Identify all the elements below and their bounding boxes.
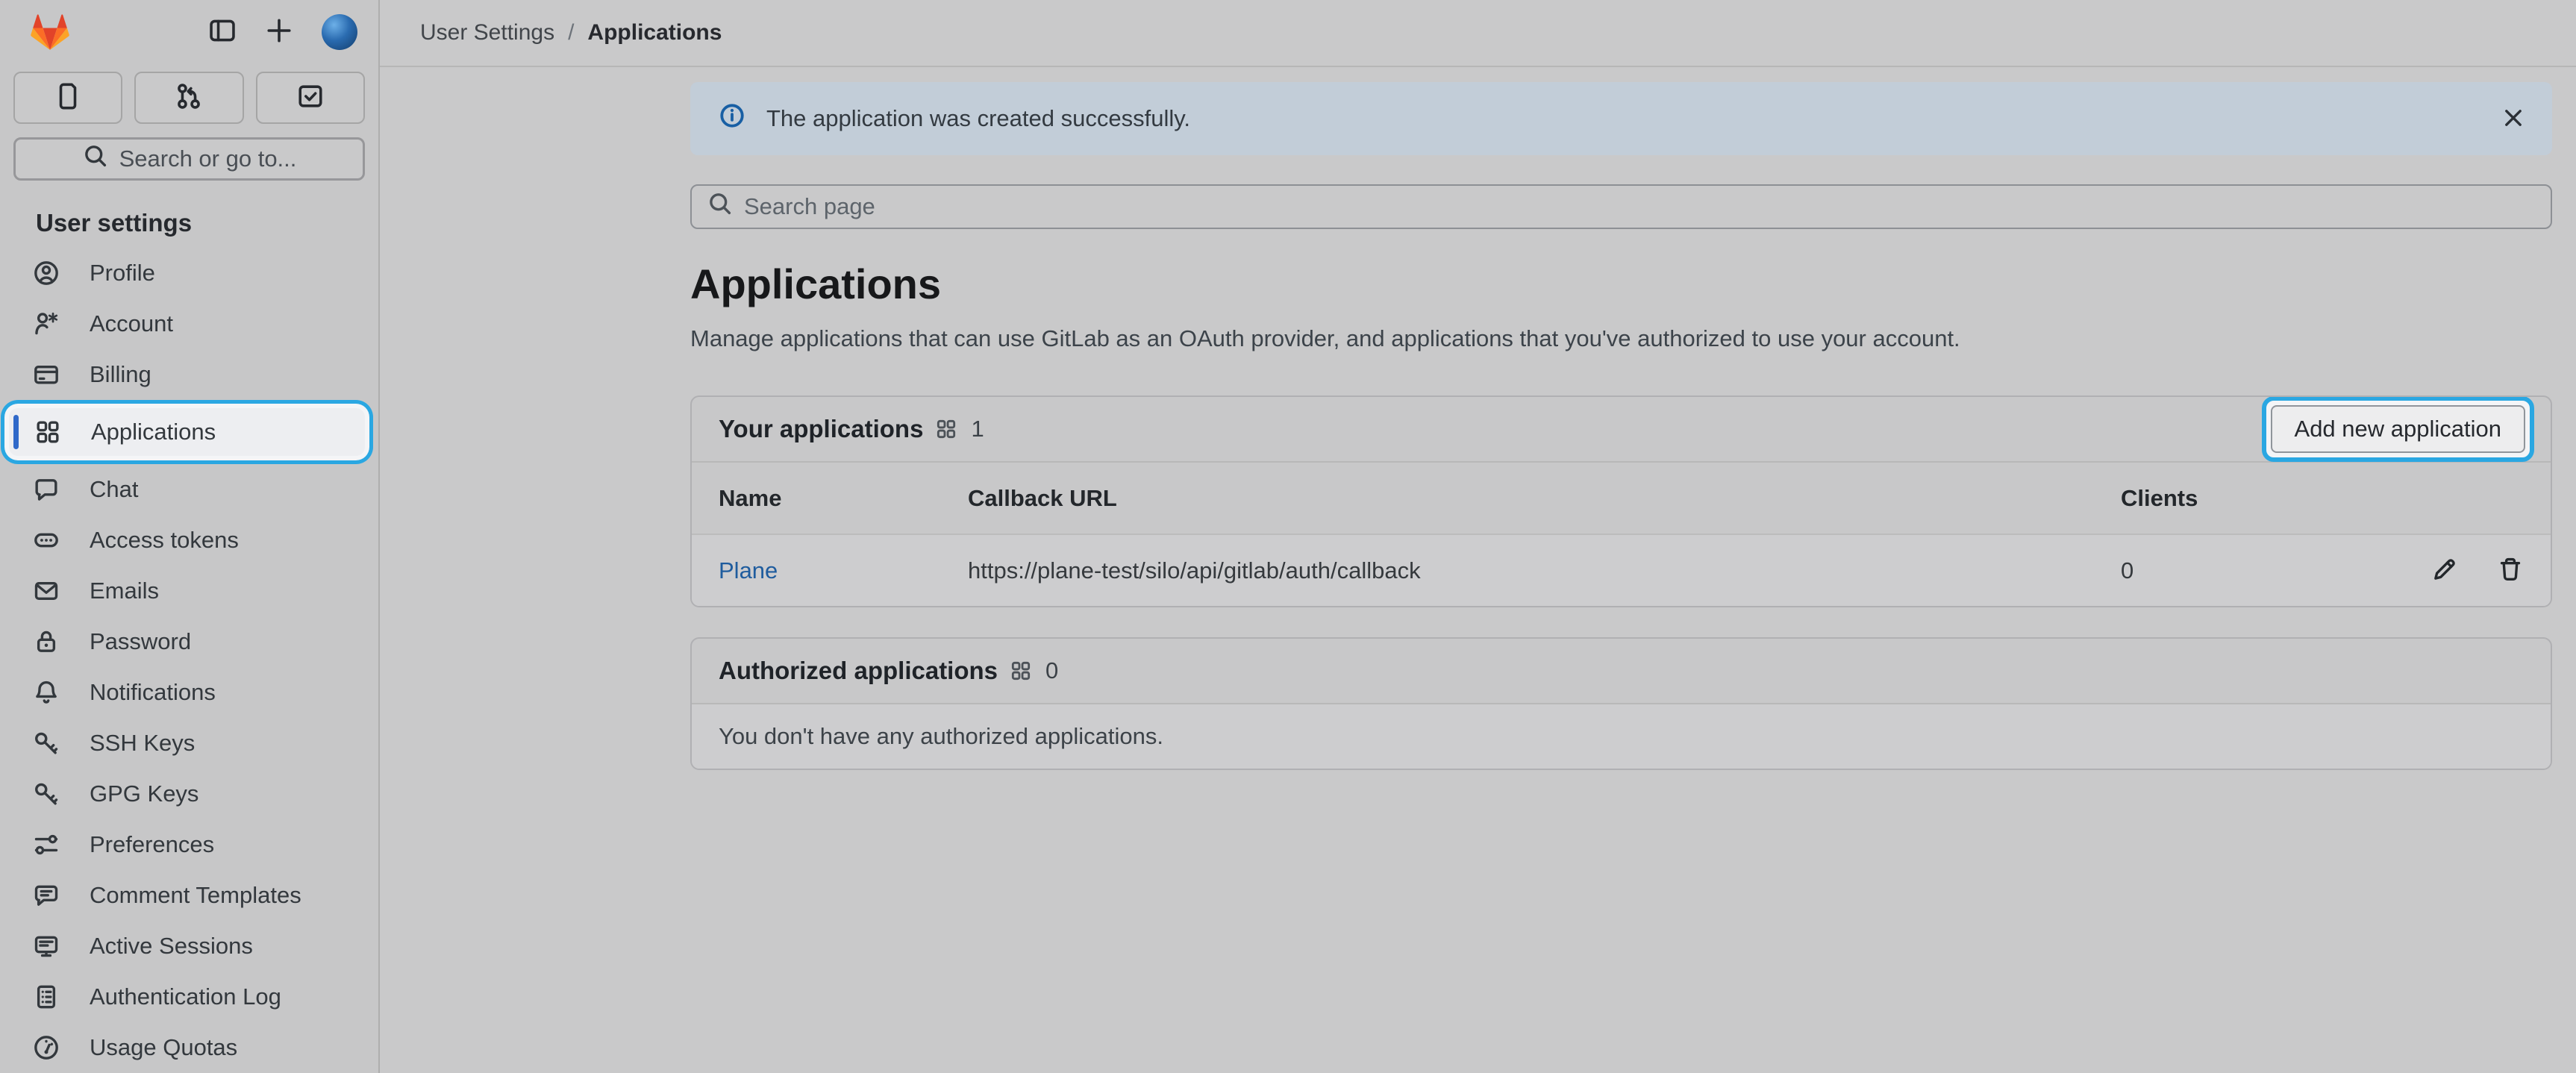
alert-message: The application was created successfully… (766, 105, 1190, 132)
chat-icon (33, 476, 60, 503)
global-search-label: Search or go to... (119, 146, 297, 172)
info-icon (719, 102, 745, 135)
sidebar-section-label: User settings (36, 209, 378, 237)
application-name-link[interactable]: Plane (719, 557, 968, 584)
alert-banner: The application was created successfully… (690, 82, 2552, 155)
search-icon (707, 190, 734, 223)
merge-requests-shortcut-button[interactable] (134, 72, 243, 124)
merge-requests-icon (175, 82, 203, 113)
applications-table-header: Name Callback URL Clients (692, 461, 2551, 534)
sidebar-item-comment-templates[interactable]: Comment Templates (0, 870, 378, 921)
application-row: Plane https://plane-test/silo/api/gitlab… (692, 534, 2551, 606)
gitlab-app: Search or go to... User settings Profile… (0, 0, 2576, 1073)
sidebar-item-access-tokens[interactable]: Access tokens (0, 515, 378, 566)
password-icon (33, 628, 60, 655)
sidebar-item-preferences[interactable]: Preferences (0, 819, 378, 870)
authentication-log-icon (33, 983, 60, 1010)
breadcrumb-current: Applications (587, 20, 722, 46)
page-search (690, 184, 2552, 229)
profile-icon (33, 260, 60, 287)
preferences-icon (33, 831, 60, 858)
search-icon (82, 143, 109, 175)
edit-application-button[interactable] (2431, 556, 2458, 585)
alert-close-button[interactable] (2501, 106, 2525, 132)
sidebar-item-applications[interactable]: Applications (9, 408, 365, 456)
active-sessions-icon (33, 933, 60, 960)
application-clients-count: 0 (2121, 557, 2412, 584)
authorized-count-icon (1010, 660, 1032, 682)
sidebar-item-gpg-keys[interactable]: GPG Keys (0, 769, 378, 819)
sidebar-item-notifications[interactable]: Notifications (0, 667, 378, 718)
todos-icon (296, 82, 325, 113)
add-new-application-button[interactable]: Add new application (2271, 405, 2525, 453)
application-callback-url: https://plane-test/silo/api/gitlab/auth/… (968, 557, 2121, 584)
gpg-keys-icon (33, 780, 60, 807)
your-applications-header: Your applications 1 Add new application (692, 397, 2551, 461)
main-content: User Settings / Applications The applica… (380, 0, 2576, 1073)
issues-icon (54, 82, 82, 113)
create-new-button[interactable] (265, 16, 293, 47)
column-name: Name (719, 485, 968, 512)
column-callback-url: Callback URL (968, 485, 2121, 512)
account-icon (33, 310, 60, 337)
authorized-applications-panel: Authorized applications 0 You don't have… (690, 637, 2552, 770)
applications-count-icon (935, 418, 957, 440)
sidebar-item-account[interactable]: Account (0, 298, 378, 349)
sidebar-item-billing[interactable]: Billing (0, 349, 378, 400)
sidebar-toggle-button[interactable] (208, 16, 237, 47)
sidebar-item-profile[interactable]: Profile (0, 248, 378, 298)
add-application-focus-ring: Add new application (2262, 396, 2534, 462)
plus-icon (265, 16, 293, 47)
ssh-keys-icon (33, 730, 60, 757)
sidebar-shortcuts (0, 64, 378, 124)
page-search-input[interactable] (743, 193, 2536, 221)
your-applications-panel: Your applications 1 Add new application … (690, 395, 2552, 607)
authorized-applications-empty-state: You don't have any authorized applicatio… (692, 703, 2551, 769)
pencil-icon (2431, 556, 2458, 585)
breadcrumb: User Settings / Applications (420, 20, 722, 46)
sidebar-item-password[interactable]: Password (0, 616, 378, 667)
authorized-applications-header: Authorized applications 0 (692, 639, 2551, 703)
notifications-icon (33, 679, 60, 706)
delete-application-button[interactable] (2497, 556, 2524, 585)
page-description: Manage applications that can use GitLab … (690, 325, 2552, 352)
page-title: Applications (690, 263, 2552, 306)
global-search-button[interactable]: Search or go to... (13, 137, 365, 181)
sidebar-header (0, 0, 378, 64)
breadcrumb-user-settings-link[interactable]: User Settings (420, 20, 554, 46)
sidebar-item-usage-quotas[interactable]: Usage Quotas (0, 1022, 378, 1073)
sidebar-item-active-sessions[interactable]: Active Sessions (0, 921, 378, 972)
usage-quotas-icon (33, 1034, 60, 1061)
issues-shortcut-button[interactable] (13, 72, 122, 124)
breadcrumb-separator: / (568, 20, 574, 46)
sidebar-item-authentication-log[interactable]: Authentication Log (0, 972, 378, 1022)
content-body: The application was created successfully… (380, 67, 2576, 770)
sidebar-nav: Profile Account Billing (0, 248, 378, 1073)
gitlab-logo[interactable] (30, 13, 70, 51)
your-applications-title: Your applications (719, 415, 923, 443)
applications-icon (34, 419, 61, 445)
authorized-applications-count: 0 (1045, 657, 1058, 684)
billing-icon (33, 361, 60, 388)
trash-icon (2497, 556, 2524, 585)
emails-icon (33, 578, 60, 604)
column-clients: Clients (2121, 485, 2412, 512)
todos-shortcut-button[interactable] (256, 72, 365, 124)
your-applications-count: 1 (971, 416, 984, 442)
comment-templates-icon (33, 882, 60, 909)
sidebar-header-actions (208, 14, 357, 50)
user-avatar[interactable] (322, 14, 357, 50)
authorized-applications-title: Authorized applications (719, 657, 998, 685)
access-tokens-icon (33, 527, 60, 554)
sidebar-item-chat[interactable]: Chat (0, 464, 378, 515)
sidebar: Search or go to... User settings Profile… (0, 0, 380, 1073)
content-topbar: User Settings / Applications (380, 0, 2576, 67)
sidebar-item-ssh-keys[interactable]: SSH Keys (0, 718, 378, 769)
active-item-accent-bar (13, 415, 19, 449)
sidebar-item-emails[interactable]: Emails (0, 566, 378, 616)
sidebar-toggle-icon (208, 16, 237, 47)
close-icon (2501, 106, 2525, 132)
